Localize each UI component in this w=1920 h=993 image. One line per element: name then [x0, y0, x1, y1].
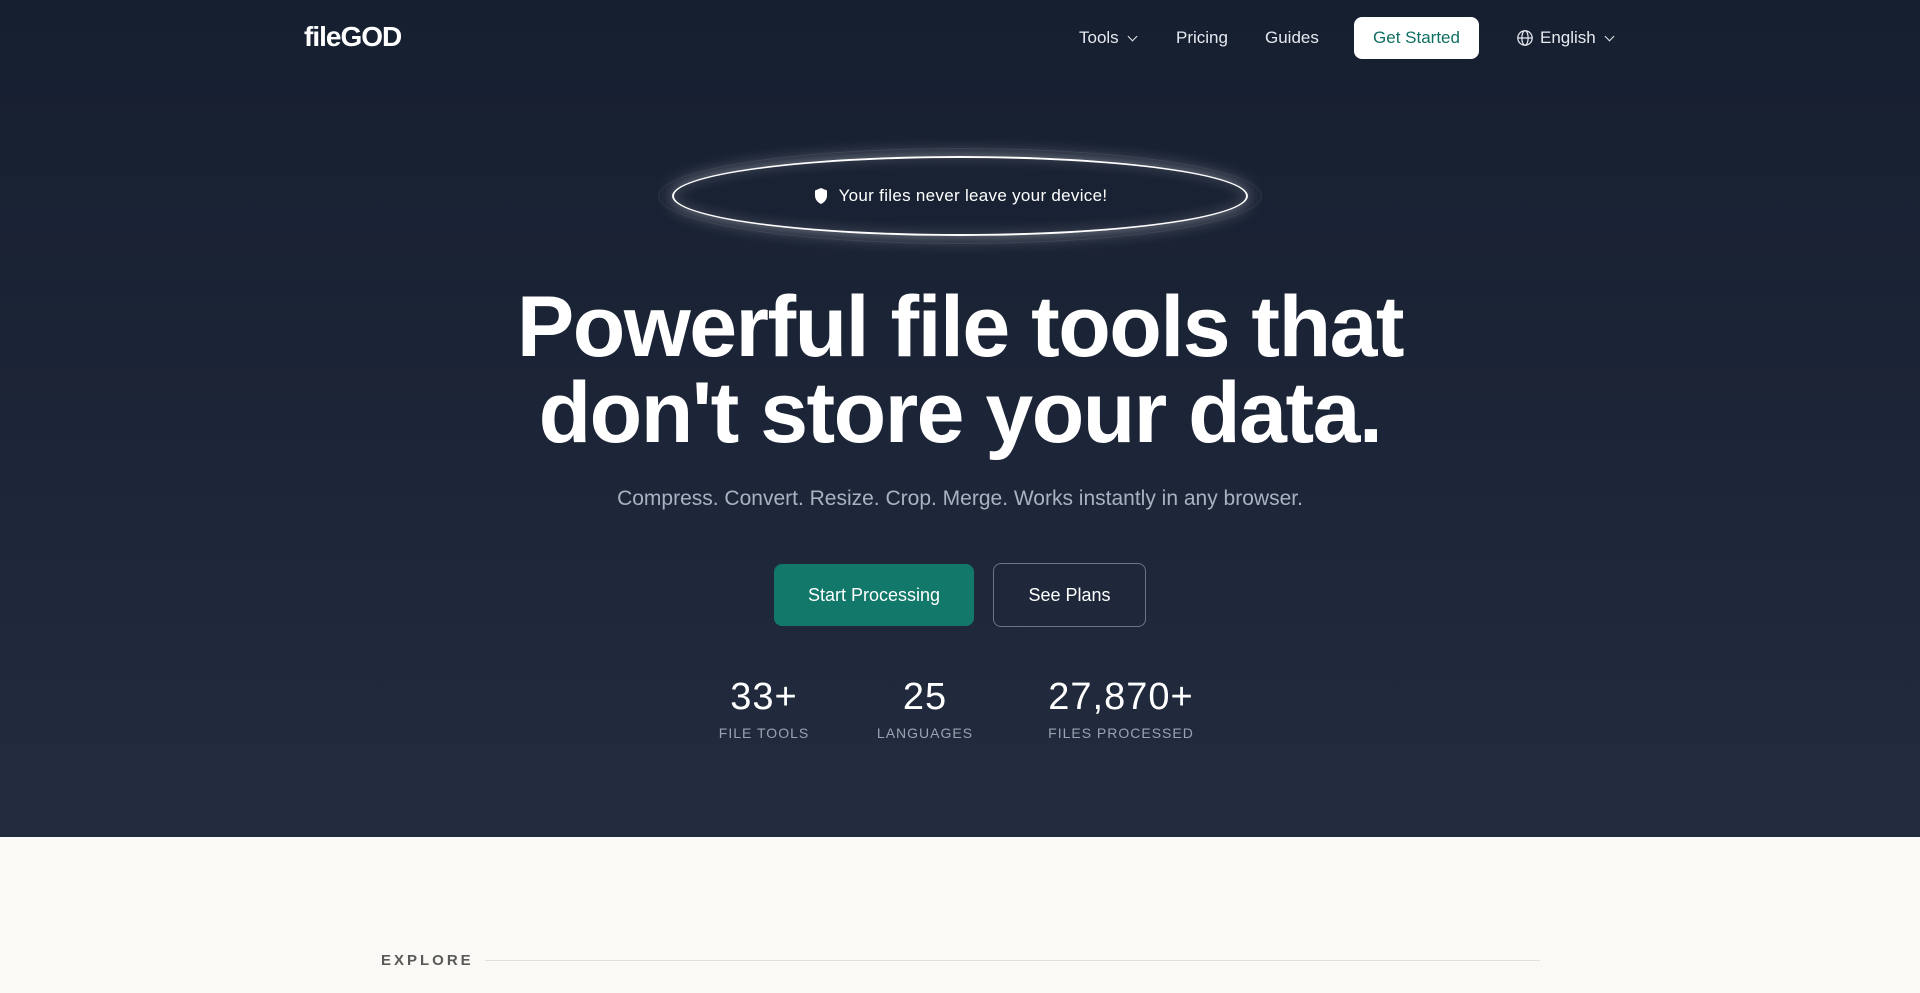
stat-value: 27,870+ [1048, 676, 1194, 718]
shield-icon [814, 188, 827, 204]
stat-value: 33+ [730, 676, 798, 718]
globe-icon [1517, 30, 1533, 46]
privacy-badge: Your files never leave your device! [658, 148, 1262, 244]
hero-section: fileGOD Tools Pricing Guides Get Started… [0, 0, 1920, 837]
get-started-button[interactable]: Get Started [1354, 17, 1479, 59]
see-plans-button[interactable]: See Plans [993, 563, 1146, 627]
nav-tools-label: Tools [1079, 28, 1119, 47]
top-nav: fileGOD Tools Pricing Guides Get Started… [0, 0, 1920, 76]
chevron-down-icon [1127, 31, 1138, 41]
nav-guides-link[interactable]: Guides [1265, 28, 1319, 48]
stat-label: LANGUAGES [876, 725, 974, 741]
headline-line-1: Powerful file tools that [516, 279, 1405, 375]
badge-ellipse: Your files never leave your device! [672, 156, 1248, 236]
stat-files-processed: 27,870+ FILES PROCESSED [1031, 675, 1211, 741]
explore-divider [485, 960, 1540, 961]
start-processing-button[interactable]: Start Processing [774, 564, 974, 626]
explore-section-label: EXPLORE [381, 952, 474, 969]
stat-value: 25 [902, 676, 948, 718]
language-selector[interactable]: English [1516, 28, 1615, 48]
language-label: English [1540, 28, 1596, 47]
stat-file-tools: 33+ FILE TOOLS [712, 675, 816, 741]
nav-tools-menu[interactable]: Tools [1079, 28, 1138, 48]
stat-label: FILE TOOLS [718, 725, 810, 741]
hero-subtitle: Compress. Convert. Resize. Crop. Merge. … [617, 487, 1303, 510]
badge-text: Your files never leave your device! [838, 186, 1108, 205]
hero-headline: Powerful file tools that don't store you… [0, 284, 1920, 456]
stat-languages: 25 LANGUAGES [873, 675, 977, 741]
nav-pricing-link[interactable]: Pricing [1176, 28, 1228, 48]
logo[interactable]: fileGOD [304, 21, 402, 53]
chevron-down-icon [1604, 31, 1615, 41]
headline-line-2: don't store your data. [538, 365, 1383, 461]
stat-label: FILES PROCESSED [1048, 725, 1194, 741]
